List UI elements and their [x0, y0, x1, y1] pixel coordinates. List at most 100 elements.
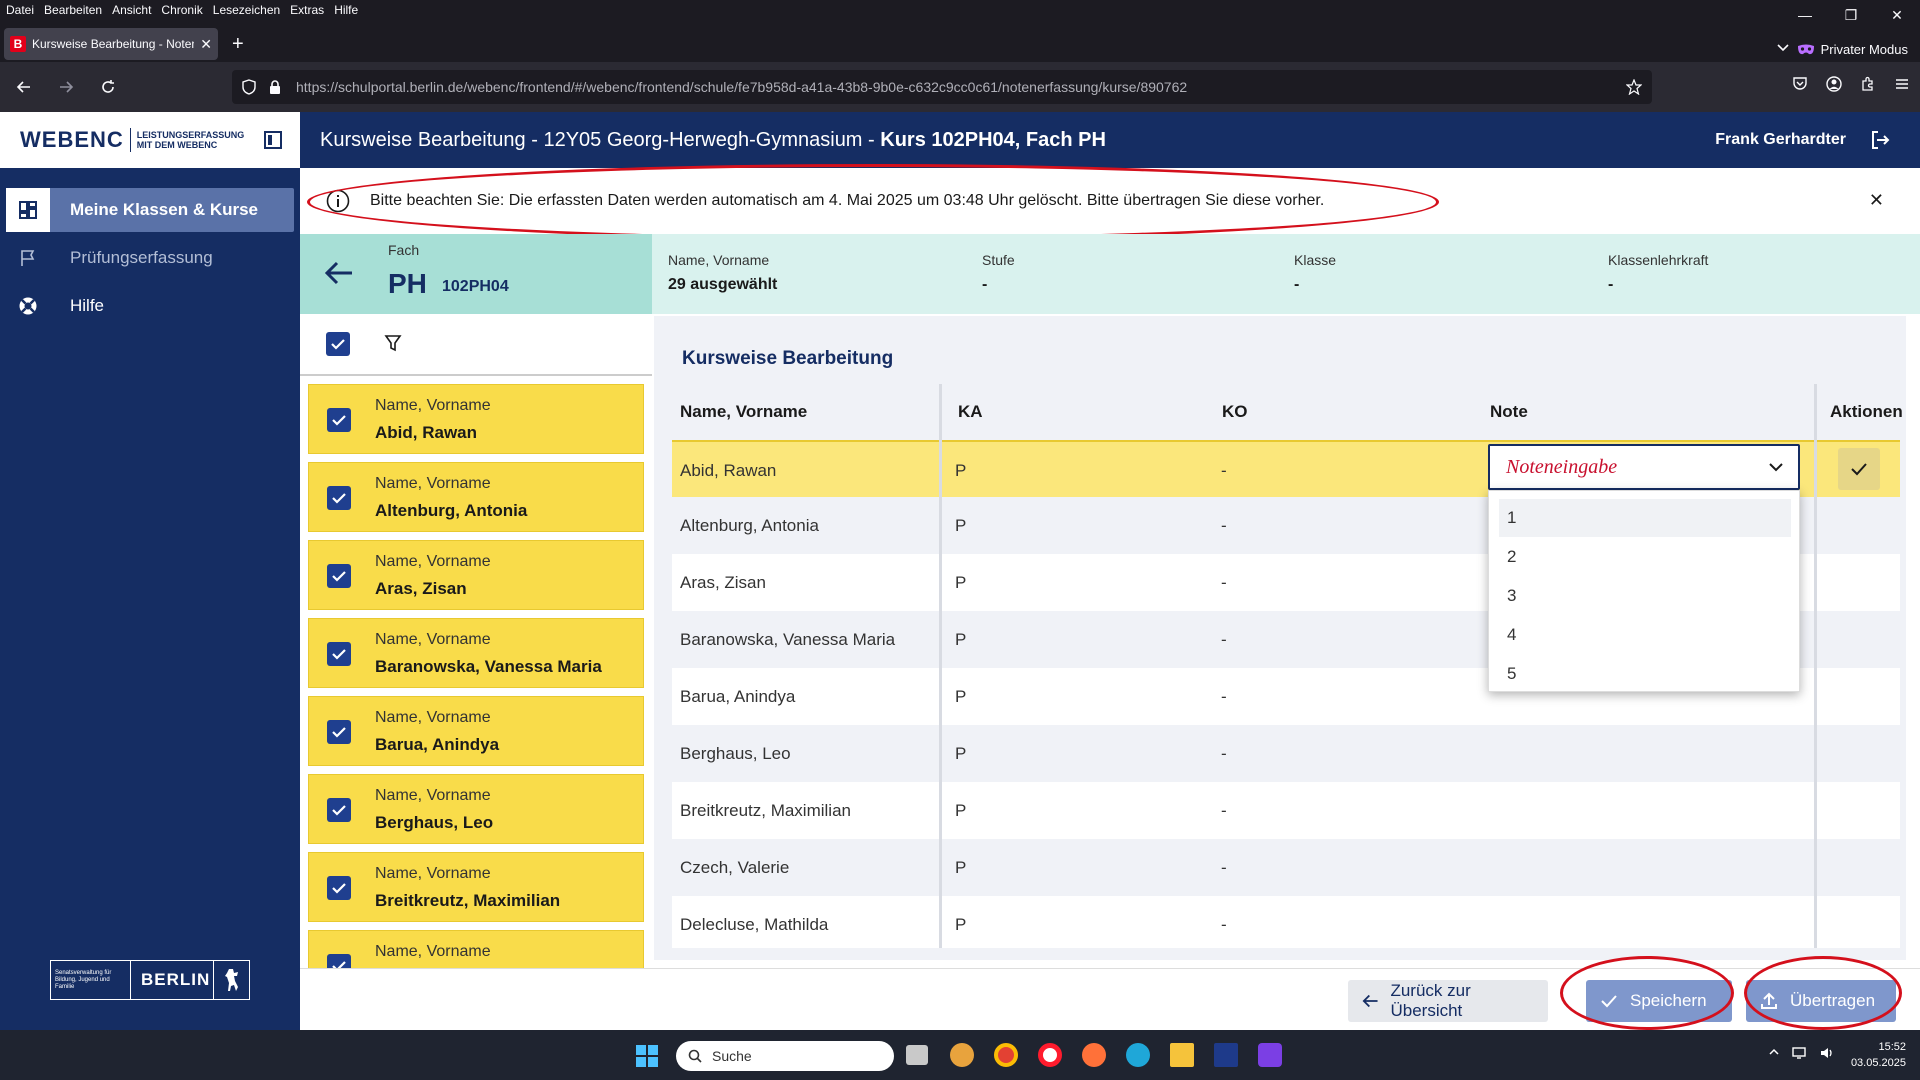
student-card[interactable]: Name, Vorname Aras, Zisan — [308, 540, 644, 610]
private-mode-indicator: Privater Modus — [1797, 42, 1908, 57]
user-name[interactable]: Frank Gerhardter — [1715, 131, 1846, 149]
close-notice-icon[interactable]: ✕ — [1869, 190, 1884, 211]
grade-option[interactable]: 1 — [1499, 499, 1791, 537]
cell-ka: P — [955, 515, 967, 535]
student-checkbox[interactable] — [327, 798, 351, 822]
student-checkbox[interactable] — [327, 954, 351, 968]
opera-icon[interactable] — [1038, 1043, 1062, 1067]
grade-option[interactable]: 4 — [1499, 616, 1791, 654]
student-card[interactable]: Name, Vorname Abid, Rawan — [308, 384, 644, 454]
sidebar-item-pruefungserfassung[interactable]: Prüfungserfassung — [6, 236, 294, 280]
student-checkbox[interactable] — [327, 642, 351, 666]
cell-name: Barua, Anindya — [680, 686, 796, 706]
forward-icon[interactable] — [48, 69, 84, 105]
taskbar-search-label: Suche — [712, 1048, 752, 1064]
search-icon — [688, 1049, 702, 1063]
page-title: Kursweise Bearbeitung - 12Y05 Georg-Herw… — [320, 129, 1106, 152]
tab-bar: B Kursweise Bearbeitung - Notene ✕ + Pri… — [0, 20, 1920, 62]
firefox-icon[interactable] — [1082, 1043, 1106, 1067]
firefox-private-icon[interactable] — [1258, 1043, 1282, 1067]
back-arrow-icon[interactable] — [322, 256, 356, 290]
student-checkbox[interactable] — [327, 564, 351, 588]
taskbar-clock[interactable]: 15:52 03.05.2025 — [1851, 1039, 1906, 1071]
copilot-icon[interactable] — [950, 1043, 974, 1067]
student-card[interactable]: Name, Vorname Barua, Anindya — [308, 696, 644, 766]
student-list-header — [300, 314, 652, 376]
checkmark-icon — [332, 415, 346, 426]
menu-hilfe[interactable]: Hilfe — [334, 3, 358, 17]
student-card[interactable]: Name, Vorname Altenburg, Antonia — [308, 462, 644, 532]
cell-ka: P — [955, 629, 967, 649]
collapse-sidebar-icon[interactable] — [264, 131, 282, 149]
filter-icon[interactable] — [384, 334, 402, 352]
reload-icon[interactable] — [90, 69, 126, 105]
back-icon[interactable] — [6, 69, 42, 105]
hamburger-menu-icon[interactable] — [1894, 76, 1910, 92]
student-card[interactable]: Name, Vorname Berghaus, Leo — [308, 774, 644, 844]
grade-select[interactable]: Noteneingabe — [1488, 444, 1800, 490]
shield-icon[interactable] — [242, 79, 256, 95]
table-row[interactable]: Berghaus, Leo P - — [672, 725, 1900, 782]
edge-icon[interactable] — [1126, 1043, 1150, 1067]
student-card[interactable]: Name, Vorname — [308, 930, 644, 968]
student-checkbox[interactable] — [327, 720, 351, 744]
menu-datei[interactable]: Datei — [6, 3, 34, 17]
pocket-icon[interactable] — [1792, 76, 1808, 92]
taskbar-search[interactable]: Suche — [676, 1041, 894, 1071]
chevron-up-icon[interactable] — [1768, 1046, 1780, 1060]
task-view-icon[interactable] — [906, 1045, 928, 1065]
menu-lesezeichen[interactable]: Lesezeichen — [213, 3, 280, 17]
table-row[interactable]: Breitkreutz, Maximilian P - — [672, 782, 1900, 839]
extensions-icon[interactable] — [1860, 76, 1876, 92]
cell-ko: - — [1221, 460, 1227, 480]
menu-chronik[interactable]: Chronik — [161, 3, 202, 17]
card-label: Name, Vorname — [375, 397, 491, 414]
url-bar[interactable]: https://schulportal.berlin.de/webenc/fro… — [232, 70, 1652, 104]
clock-time: 15:52 — [1878, 1041, 1906, 1053]
list-tabs-icon[interactable] — [1776, 40, 1790, 54]
student-card[interactable]: Name, Vorname Breitkreutz, Maximilian — [308, 852, 644, 922]
table-row[interactable]: Czech, Valerie P - — [672, 839, 1900, 896]
column-header-aktionen: Aktionen — [1818, 384, 1903, 440]
sidebar-item-hilfe[interactable]: Hilfe — [6, 284, 294, 328]
dashboard-icon — [6, 188, 50, 232]
cell-name: Delecluse, Mathilda — [680, 914, 829, 934]
grade-option[interactable]: 5 — [1499, 655, 1791, 693]
checkmark-icon — [1851, 463, 1867, 476]
chrome-icon[interactable] — [994, 1043, 1018, 1067]
select-all-checkbox[interactable] — [326, 332, 350, 356]
fach-code: PH — [388, 268, 427, 299]
student-checkbox[interactable] — [327, 486, 351, 510]
student-checkbox[interactable] — [327, 876, 351, 900]
back-to-overview-button[interactable]: Zurück zur Übersicht — [1348, 980, 1548, 1022]
account-icon[interactable] — [1826, 76, 1842, 92]
logout-icon[interactable] — [1870, 130, 1890, 150]
student-checkbox[interactable] — [327, 408, 351, 432]
cell-ka: P — [955, 743, 967, 763]
windows-start-icon[interactable] — [636, 1045, 658, 1067]
info-value: 29 ausgewählt — [668, 276, 778, 293]
lock-icon[interactable] — [268, 79, 282, 95]
berlin-logo: Senatsverwaltung für Bildung, Jugend und… — [50, 960, 250, 1000]
table-row[interactable]: Delecluse, Mathilda P - — [672, 896, 1900, 953]
menu-extras[interactable]: Extras — [290, 3, 324, 17]
cell-ka: P — [955, 686, 967, 706]
grade-option[interactable]: 2 — [1499, 538, 1791, 576]
card-student-name: Abid, Rawan — [375, 423, 478, 442]
confirm-row-button[interactable] — [1838, 448, 1880, 490]
grade-option[interactable]: 3 — [1499, 577, 1791, 615]
browser-tab[interactable]: B Kursweise Bearbeitung - Notene ✕ — [4, 28, 218, 60]
volume-icon[interactable] — [1820, 1046, 1836, 1060]
network-icon[interactable] — [1792, 1046, 1808, 1060]
l-app-icon[interactable] — [1214, 1043, 1238, 1067]
student-card[interactable]: Name, Vorname Baranowska, Vanessa Maria — [308, 618, 644, 688]
file-explorer-icon[interactable] — [1170, 1043, 1194, 1067]
menu-bearbeiten[interactable]: Bearbeiten — [44, 3, 102, 17]
url-text: https://schulportal.berlin.de/webenc/fro… — [296, 79, 1188, 95]
menu-ansicht[interactable]: Ansicht — [112, 3, 151, 17]
new-tab-icon[interactable]: + — [232, 34, 244, 54]
bookmark-star-icon[interactable] — [1626, 79, 1642, 95]
annotation-ellipse-notice — [307, 164, 1439, 240]
close-tab-icon[interactable]: ✕ — [200, 36, 212, 53]
sidebar-item-meine-klassen[interactable]: Meine Klassen & Kurse — [6, 188, 294, 232]
